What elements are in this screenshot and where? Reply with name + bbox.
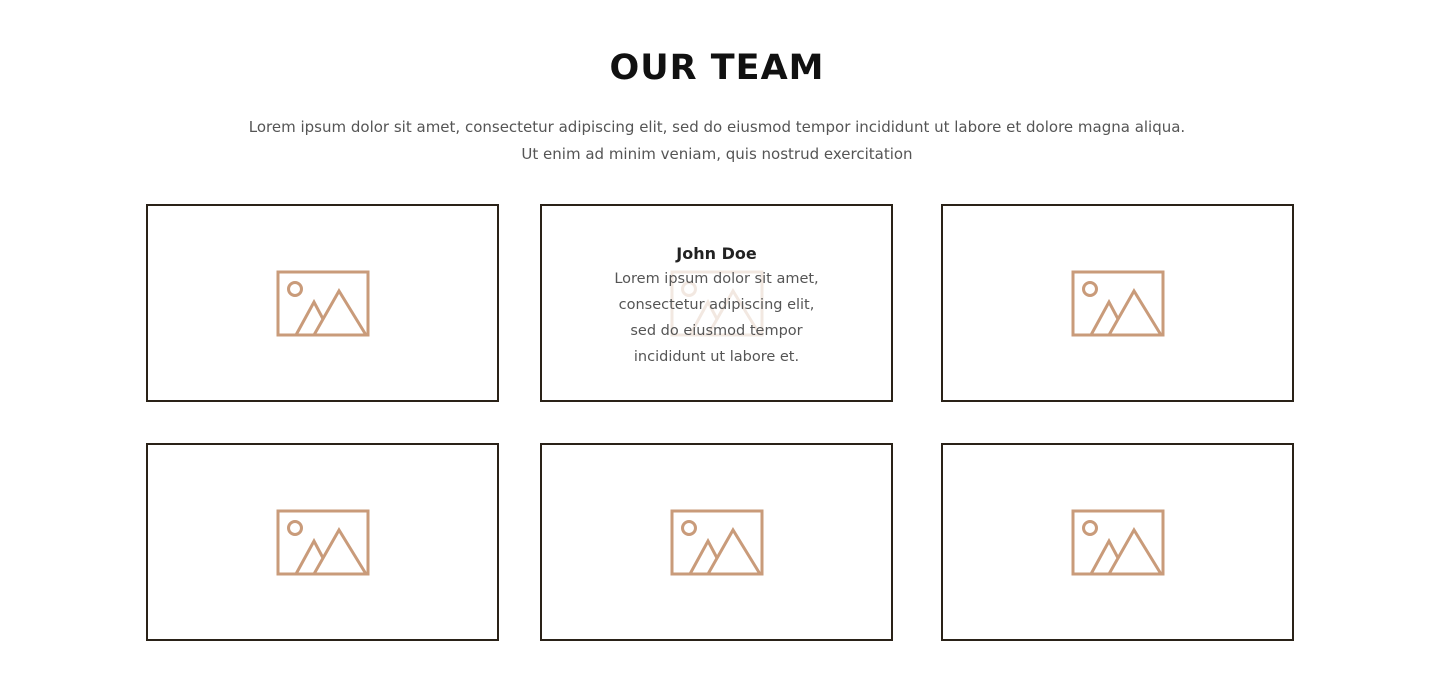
team-card-1[interactable]: [146, 204, 499, 402]
bio-line-4: incididunt ut labore et.: [633, 349, 800, 365]
team-card-5[interactable]: [540, 443, 893, 641]
bio-line-2: consectetur adipiscing elit,: [618, 297, 815, 313]
section-title: OUR TEAM: [609, 48, 825, 88]
image-placeholder-icon: [1071, 509, 1165, 577]
team-card-2[interactable]: John Doe Lorem ipsum dolor sit amet, con…: [540, 204, 893, 402]
image-placeholder-icon: [1071, 270, 1165, 338]
image-placeholder-icon: [670, 509, 764, 577]
team-member-bio: Lorem ipsum dolor sit amet, consectetur …: [542, 266, 891, 370]
team-card-3[interactable]: [941, 204, 1294, 402]
team-card-6[interactable]: [941, 443, 1294, 641]
bio-line-1: Lorem ipsum dolor sit amet,: [614, 271, 819, 287]
intro-line-2: Ut enim ad minim veniam, quis nostrud ex…: [521, 145, 913, 163]
team-section: OUR TEAM Lorem ipsum dolor sit amet, con…: [0, 0, 1452, 685]
section-intro: Lorem ipsum dolor sit amet, consectetur …: [0, 114, 1434, 168]
bio-line-3: sed do eiusmod tempor: [630, 323, 803, 339]
image-placeholder-icon: [276, 270, 370, 338]
team-member-overlay: John Doe Lorem ipsum dolor sit amet, con…: [542, 242, 891, 370]
team-member-name: John Doe: [676, 244, 757, 263]
image-placeholder-icon: [276, 509, 370, 577]
intro-line-1: Lorem ipsum dolor sit amet, consectetur …: [248, 118, 1186, 136]
team-card-4[interactable]: [146, 443, 499, 641]
